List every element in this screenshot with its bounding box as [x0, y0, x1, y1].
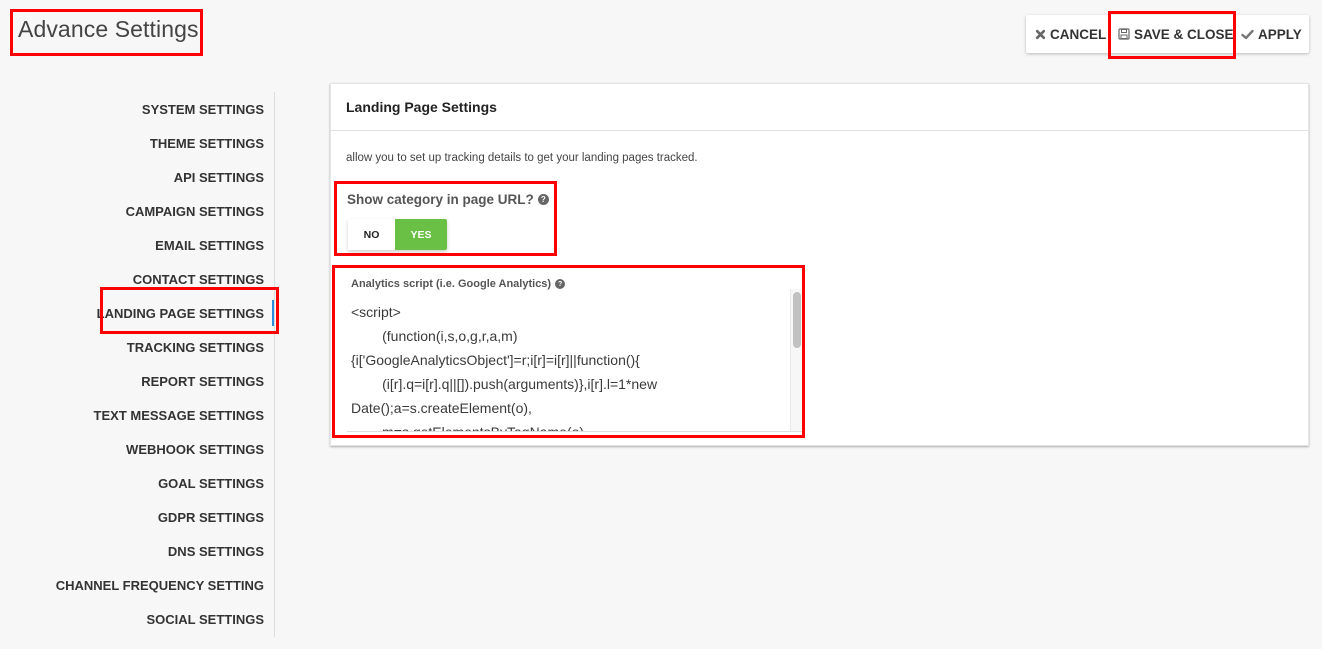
save-and-close-button[interactable]: SAVE & CLOSE	[1108, 15, 1234, 53]
check-icon	[1241, 29, 1254, 40]
cancel-button[interactable]: CANCEL	[1026, 15, 1108, 53]
sidebar-item-social-settings[interactable]: SOCIAL SETTINGS	[147, 602, 265, 636]
landing-page-settings-panel: Landing Page Settings allow you to set u…	[330, 83, 1309, 446]
sidebar-item-landing-page-settings[interactable]: LANDING PAGE SETTINGS	[97, 296, 275, 330]
show-category-label-row: Show category in page URL? ?	[347, 192, 549, 207]
toggle-option-no[interactable]: NO	[348, 219, 395, 250]
toggle-option-yes[interactable]: YES	[395, 219, 447, 250]
panel-description: allow you to set up tracking details to …	[346, 152, 698, 164]
sidebar-item-channel-frequency-setting[interactable]: CHANNEL FREQUENCY SETTING	[56, 568, 264, 602]
sidebar-item-dns-settings[interactable]: DNS SETTINGS	[168, 534, 264, 568]
sidebar-item-gdpr-settings[interactable]: GDPR SETTINGS	[158, 500, 264, 534]
sidebar-item-api-settings[interactable]: API SETTINGS	[174, 160, 264, 194]
question-circle-icon[interactable]: ?	[555, 279, 566, 289]
cancel-label: CANCEL	[1050, 26, 1107, 42]
analytics-script-textarea[interactable]: <script> (function(i,s,o,g,r,a,m) {i['Go…	[347, 289, 802, 432]
save-and-close-label: SAVE & CLOSE	[1134, 26, 1234, 42]
show-category-label: Show category in page URL?	[347, 192, 534, 207]
sidebar-item-theme-settings[interactable]: THEME SETTINGS	[150, 126, 264, 160]
settings-sidebar: SYSTEM SETTINGS THEME SETTINGS API SETTI…	[0, 92, 275, 637]
show-category-field: Show category in page URL? ? NO YES	[334, 181, 557, 256]
sidebar-item-webhook-settings[interactable]: WEBHOOK SETTINGS	[126, 432, 264, 466]
close-icon	[1035, 29, 1046, 40]
sidebar-item-system-settings[interactable]: SYSTEM SETTINGS	[142, 92, 264, 126]
question-circle-icon[interactable]: ?	[537, 194, 549, 205]
sidebar-item-goal-settings[interactable]: GOAL SETTINGS	[158, 466, 264, 500]
analytics-script-value[interactable]: <script> (function(i,s,o,g,r,a,m) {i['Go…	[351, 300, 781, 431]
sidebar-item-contact-settings[interactable]: CONTACT SETTINGS	[133, 262, 264, 296]
sidebar-item-email-settings[interactable]: EMAIL SETTINGS	[155, 228, 264, 262]
apply-button[interactable]: APPLY	[1234, 15, 1309, 53]
sidebar-item-campaign-settings[interactable]: CAMPAIGN SETTINGS	[126, 194, 264, 228]
analytics-script-field: Analytics script (i.e. Google Analytics)…	[332, 265, 805, 438]
page-title: Advance Settings	[18, 16, 199, 42]
sidebar-item-tracking-settings[interactable]: TRACKING SETTINGS	[127, 330, 264, 364]
floppy-disk-icon	[1118, 28, 1130, 40]
apply-label: APPLY	[1258, 26, 1302, 42]
panel-title: Landing Page Settings	[331, 84, 1308, 131]
scrollbar-thumb[interactable]	[793, 292, 801, 348]
textarea-scrollbar[interactable]	[790, 289, 802, 431]
sidebar-item-report-settings[interactable]: REPORT SETTINGS	[141, 364, 264, 398]
page-title-highlight: Advance Settings	[10, 9, 203, 56]
action-toolbar: CANCEL SAVE & CLOSE APPLY	[1026, 15, 1309, 53]
sidebar-item-text-message-settings[interactable]: TEXT MESSAGE SETTINGS	[94, 398, 264, 432]
show-category-toggle: NO YES	[348, 219, 447, 250]
